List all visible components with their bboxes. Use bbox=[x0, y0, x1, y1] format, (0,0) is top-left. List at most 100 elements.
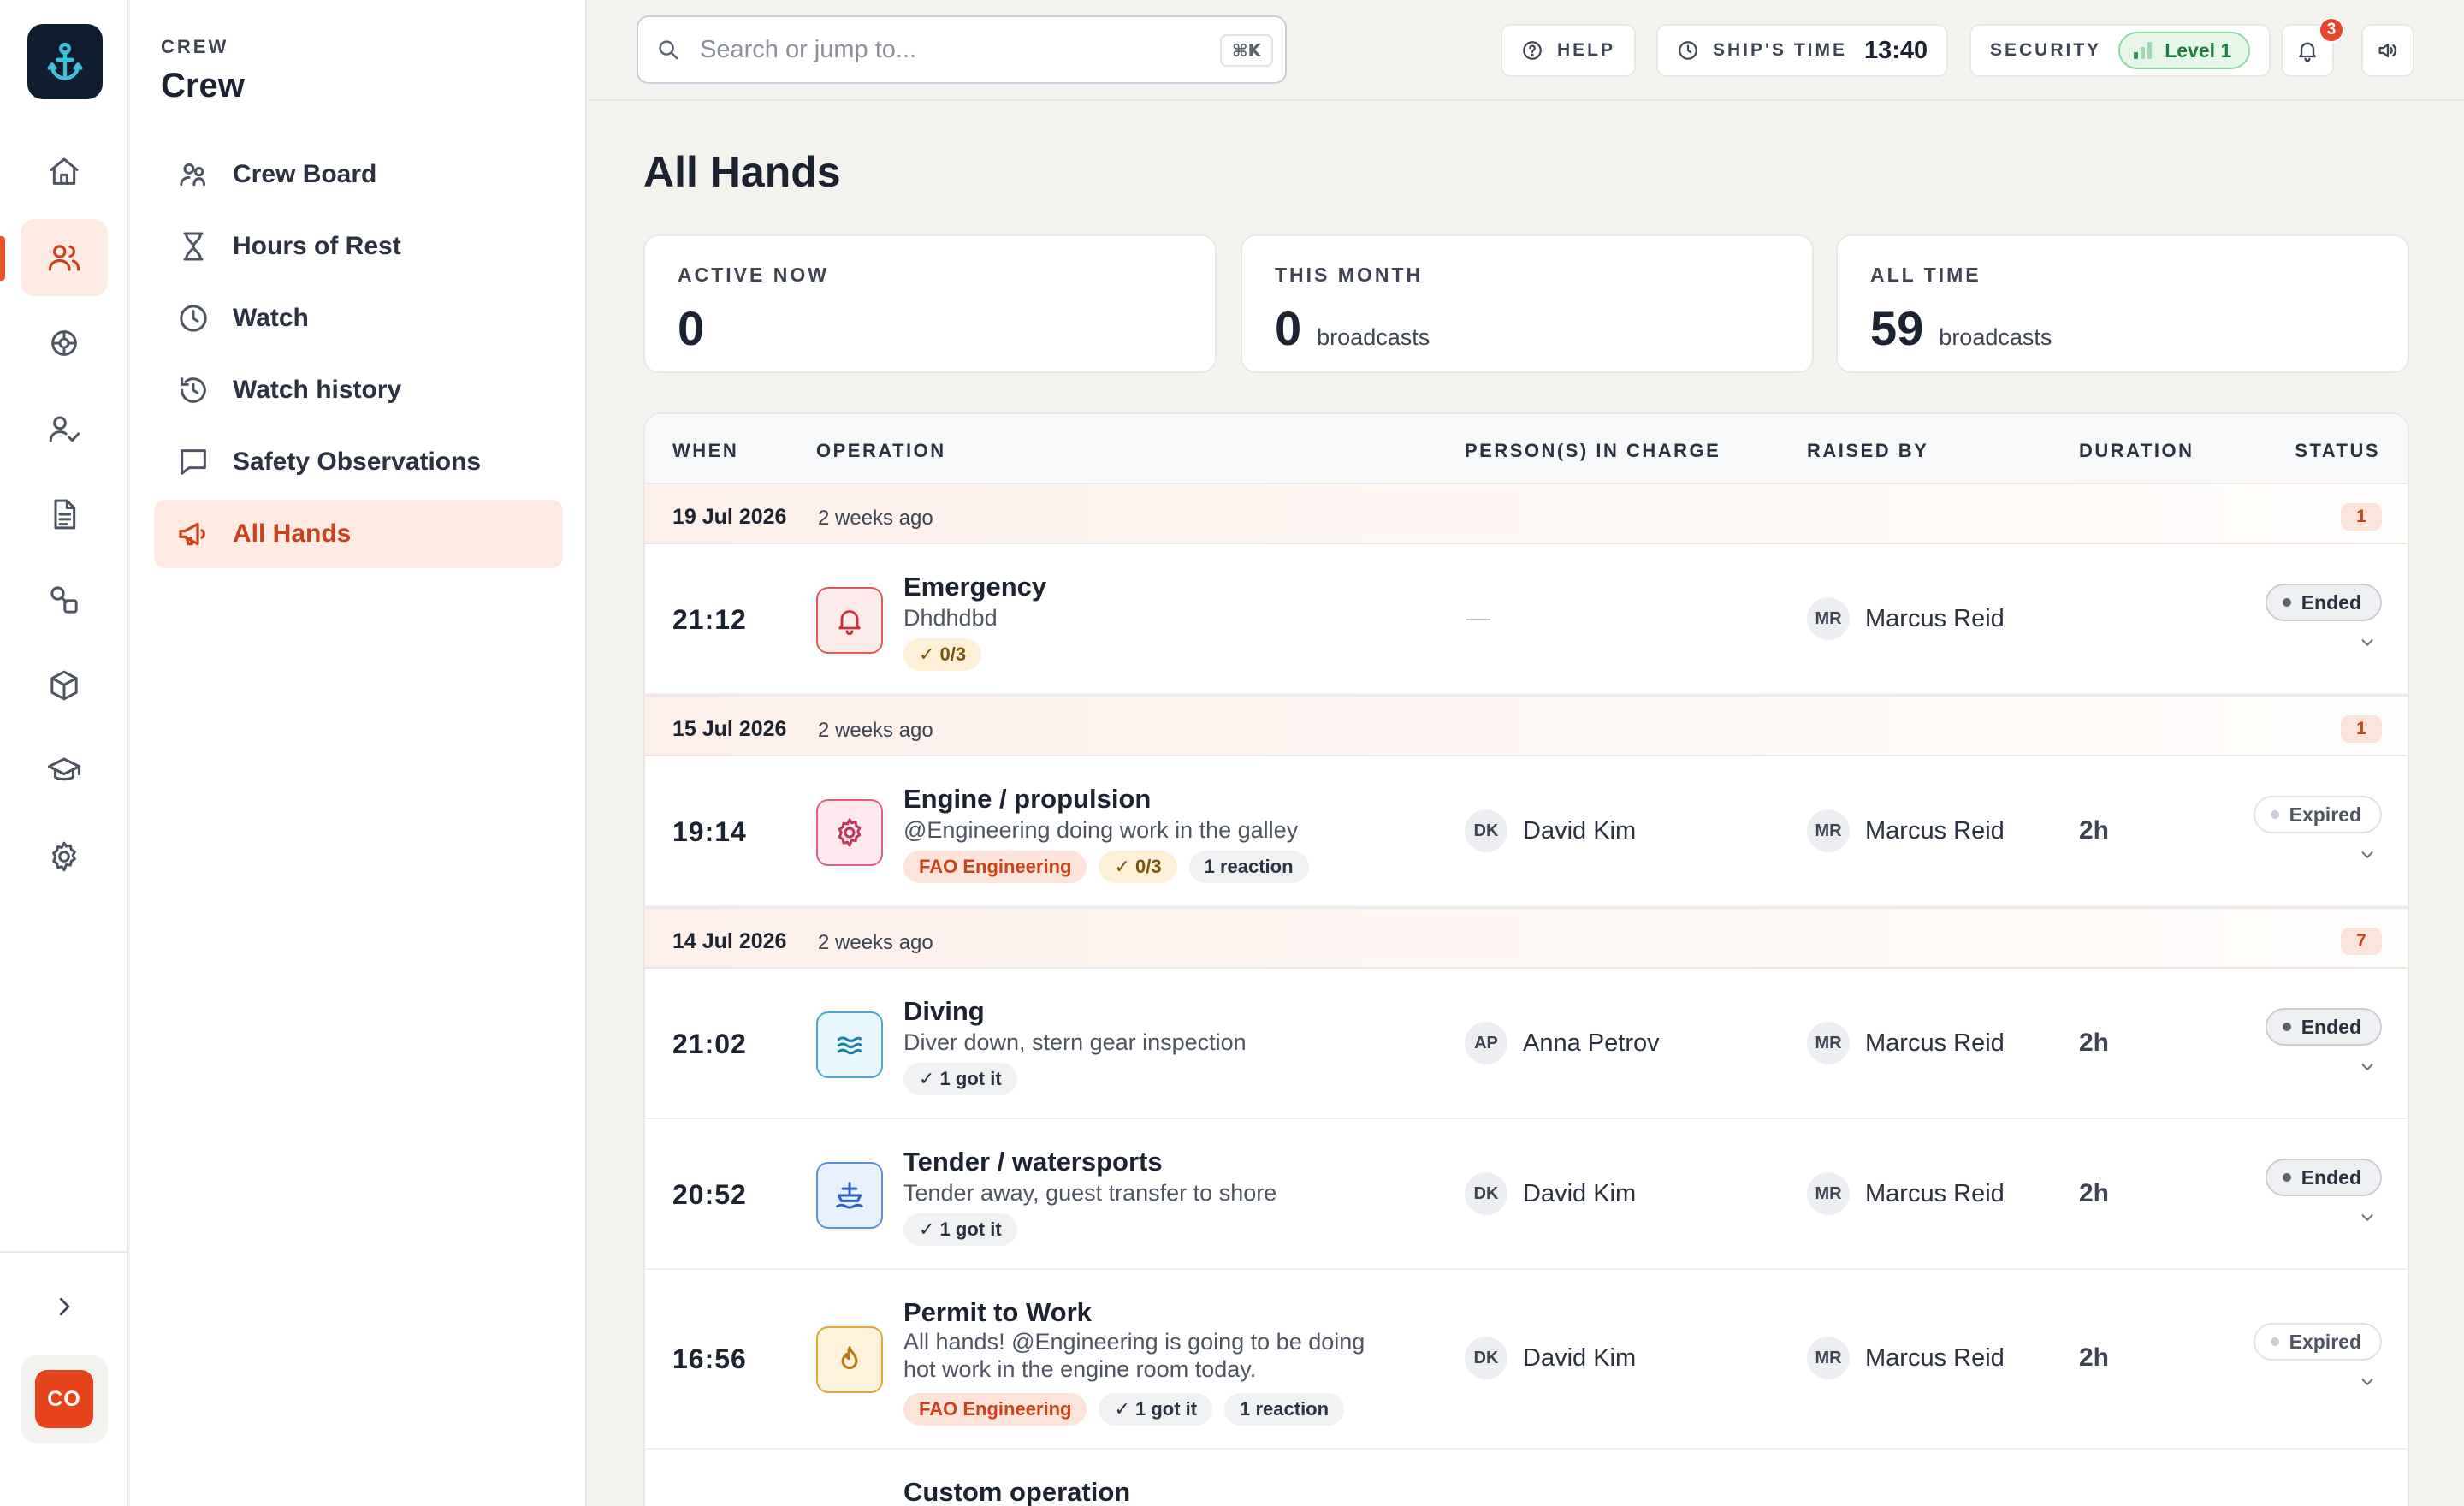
chevron-down-icon[interactable] bbox=[2358, 633, 2377, 652]
page-title: All Hands bbox=[643, 148, 841, 196]
speaker-icon bbox=[2378, 43, 2397, 58]
rail-training-button[interactable] bbox=[21, 732, 108, 809]
operation-tags: ✓ 1 got it bbox=[903, 1213, 1017, 1246]
reaction-count[interactable]: 1 reaction bbox=[1224, 1393, 1345, 1426]
sidebar-item-crew-board[interactable]: Crew Board bbox=[154, 140, 563, 209]
avatar: DK bbox=[1465, 1337, 1507, 1379]
stat-suffix: broadcasts bbox=[1317, 324, 1430, 350]
helm-icon bbox=[51, 330, 77, 356]
stat-label: THIS MONTH bbox=[1275, 264, 1424, 286]
operation-name: Custom operation bbox=[903, 1477, 1131, 1506]
stat-suffix: broadcasts bbox=[1939, 324, 2052, 350]
table-row[interactable]: 21:12 Emergency Dhdhdbd ✓ 0/3 — MR Marcu… bbox=[645, 544, 2408, 695]
chevron-down-icon[interactable] bbox=[2358, 845, 2377, 864]
sidebar-item-hours-of-rest[interactable]: Hours of Rest bbox=[154, 212, 563, 281]
rail-shapes-button[interactable] bbox=[21, 561, 108, 638]
ships-time-value: 13:40 bbox=[1864, 36, 1928, 64]
bell-icon bbox=[816, 587, 883, 654]
row-time: 21:12 bbox=[672, 604, 747, 635]
shapes-icon bbox=[50, 586, 78, 614]
column-header-status[interactable]: STATUS bbox=[2295, 440, 2380, 462]
got-it-count[interactable]: ✓ 1 got it bbox=[903, 1213, 1017, 1246]
rail-crew-button[interactable] bbox=[21, 219, 108, 296]
row-time: 16:56 bbox=[672, 1343, 747, 1374]
user-avatar-button[interactable]: CO bbox=[21, 1355, 108, 1443]
rail-settings-button[interactable] bbox=[21, 818, 108, 895]
column-header-raised-by[interactable]: RAISED BY bbox=[1807, 440, 1928, 462]
rail-documents-button[interactable] bbox=[21, 476, 108, 553]
stat-card-this-month: THIS MONTH 0 broadcasts bbox=[1241, 234, 1814, 373]
table-row[interactable]: Custom operation bbox=[645, 1450, 2408, 1506]
table-row[interactable]: 21:02 Diving Diver down, stern gear insp… bbox=[645, 969, 2408, 1119]
raised-by: MR Marcus Reid bbox=[1807, 809, 2005, 852]
status-badge: Ended bbox=[2265, 1159, 2382, 1196]
status-label: Expired bbox=[2289, 803, 2361, 826]
rail-user-check-button[interactable] bbox=[21, 390, 108, 467]
top-bar: Search or jump to... ⌘K HELP SHIP'S TIME… bbox=[589, 0, 2464, 101]
stat-card-all-time: ALL TIME 59 broadcasts bbox=[1836, 234, 2409, 373]
duration: 2h bbox=[2079, 1179, 2110, 1207]
raised-by-name: Marcus Reid bbox=[1865, 1179, 2005, 1207]
no-person-in-charge: — bbox=[1466, 604, 1490, 631]
column-header-duration[interactable]: DURATION bbox=[2079, 440, 2194, 462]
table-row[interactable]: 16:56 Permit to Work All hands! @Enginee… bbox=[645, 1270, 2408, 1450]
person-in-charge-name: David Kim bbox=[1523, 1343, 1637, 1372]
rail-home-button[interactable] bbox=[21, 133, 108, 210]
sidebar-item-safety-observations[interactable]: Safety Observations bbox=[154, 428, 563, 496]
security-level-indicator[interactable]: SECURITY Level 1 bbox=[1969, 24, 2272, 77]
avatar: AP bbox=[1465, 1022, 1507, 1064]
chevron-down-icon[interactable] bbox=[2358, 1208, 2377, 1227]
date-group-header: 15 Jul 2026 2 weeks ago 1 bbox=[645, 695, 2408, 756]
document-icon bbox=[54, 499, 76, 530]
hourglass-icon bbox=[183, 232, 204, 261]
table-row[interactable]: 19:14 Engine / propulsion @Engineering d… bbox=[645, 756, 2408, 907]
chevron-down-icon[interactable] bbox=[2358, 1373, 2377, 1391]
reaction-count[interactable]: 1 reaction bbox=[1188, 851, 1309, 883]
anchor-logo-icon[interactable] bbox=[27, 24, 103, 99]
date-group-header: 19 Jul 2026 2 weeks ago 1 bbox=[645, 483, 2408, 544]
column-header-persons-in-charge[interactable]: PERSON(S) IN CHARGE bbox=[1465, 440, 1721, 462]
raised-by: MR Marcus Reid bbox=[1807, 1022, 2005, 1064]
status-badge: Ended bbox=[2265, 584, 2382, 621]
sidebar-item-label: Hours of Rest bbox=[233, 232, 401, 260]
operation-description-line-1: All hands! @Engineering is going to be d… bbox=[903, 1329, 1365, 1355]
history-icon bbox=[181, 377, 206, 403]
got-it-count[interactable]: ✓ 1 got it bbox=[903, 1063, 1017, 1095]
expand-sidebar-button[interactable] bbox=[21, 1268, 108, 1345]
raised-by: MR Marcus Reid bbox=[1807, 1337, 2005, 1379]
all-hands-table: WHEN OPERATION PERSON(S) IN CHARGE RAISE… bbox=[643, 412, 2409, 1506]
fao-tag: FAO Engineering bbox=[903, 1393, 1087, 1426]
stat-value: 0 bbox=[1275, 301, 1302, 355]
group-count-badge: 7 bbox=[2341, 928, 2382, 955]
person-in-charge: DK David Kim bbox=[1465, 809, 1636, 852]
search-icon bbox=[659, 40, 678, 60]
sound-toggle-button[interactable] bbox=[2361, 24, 2414, 77]
operation-description-line-2: hot work in the engine room today. bbox=[903, 1356, 1257, 1382]
sidebar-item-label: Crew Board bbox=[233, 160, 377, 188]
column-header-operation[interactable]: OPERATION bbox=[816, 440, 946, 462]
status-badge: Ended bbox=[2265, 1008, 2382, 1046]
help-button[interactable]: HELP bbox=[1501, 24, 1637, 77]
acknowledgement-badge: ✓ 0/3 bbox=[903, 638, 982, 671]
operation-description: Tender away, guest transfer to shore bbox=[903, 1180, 1277, 1206]
security-level-value: Level 1 bbox=[2165, 39, 2232, 62]
sidebar-item-all-hands[interactable]: All Hands bbox=[154, 500, 563, 568]
raised-by-name: Marcus Reid bbox=[1865, 1029, 2005, 1057]
raised-by: MR Marcus Reid bbox=[1807, 1172, 2005, 1215]
search-shortcut: ⌘K bbox=[1219, 34, 1273, 67]
rail-helm-button[interactable] bbox=[21, 305, 108, 382]
person-in-charge: DK David Kim bbox=[1465, 1172, 1636, 1215]
person-in-charge-name: David Kim bbox=[1523, 1179, 1637, 1207]
rail-inventory-button[interactable] bbox=[21, 647, 108, 724]
stat-value: 59 bbox=[1870, 301, 1924, 355]
person-in-charge: AP Anna Petrov bbox=[1465, 1022, 1660, 1064]
column-header-when[interactable]: WHEN bbox=[672, 440, 738, 462]
table-row[interactable]: 20:52 Tender / watersports Tender away, … bbox=[645, 1119, 2408, 1270]
search-input[interactable]: Search or jump to... ⌘K bbox=[637, 15, 1287, 84]
got-it-count[interactable]: ✓ 1 got it bbox=[1099, 1393, 1213, 1426]
chevron-down-icon[interactable] bbox=[2358, 1058, 2377, 1076]
sidebar-item-watch-history[interactable]: Watch history bbox=[154, 356, 563, 424]
duration: 2h bbox=[2079, 1343, 2110, 1372]
notifications-button[interactable]: 3 bbox=[2281, 17, 2344, 77]
sidebar-item-watch[interactable]: Watch bbox=[154, 284, 563, 353]
